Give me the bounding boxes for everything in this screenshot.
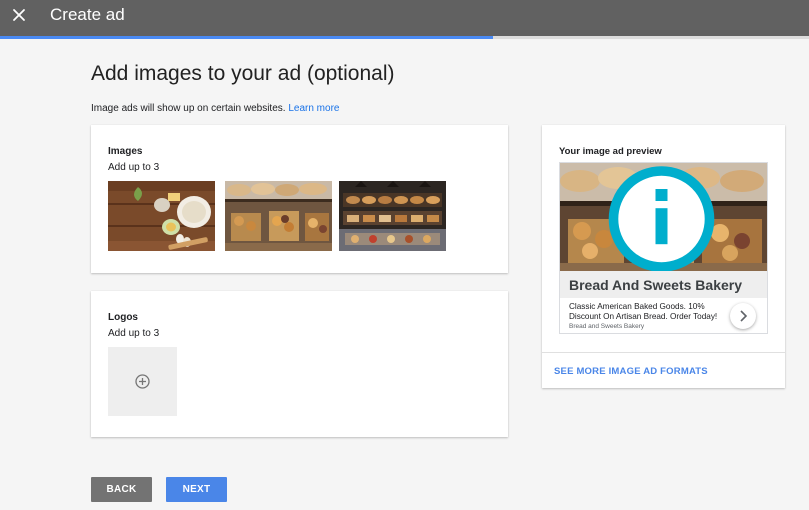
bakery-shop-counter-image — [339, 181, 446, 251]
image-thumbnail-3[interactable] — [339, 181, 446, 251]
page-subtitle: Image ads will show up on certain websit… — [91, 103, 339, 114]
image-ad-preview: Bread And Sweets Bakery Classic American… — [559, 162, 768, 334]
subtitle-text: Image ads will show up on certain websit… — [91, 103, 286, 114]
images-hint: Add up to 3 — [108, 162, 160, 173]
bakery-pastry-display-image — [225, 181, 332, 251]
preview-divider — [542, 352, 785, 353]
images-card: Images Add up to 3 — [91, 125, 508, 273]
progress-bar — [0, 36, 809, 39]
add-circle-icon — [135, 374, 150, 389]
learn-more-link[interactable]: Learn more — [288, 103, 339, 114]
close-icon — [13, 9, 25, 21]
back-button[interactable]: BACK — [91, 477, 152, 502]
progress-fill — [0, 36, 494, 39]
ad-headline: Bread And Sweets Bakery — [569, 277, 742, 293]
images-label: Images — [108, 146, 143, 157]
image-thumbnail-2[interactable] — [225, 181, 332, 251]
top-bar: Create ad — [0, 0, 809, 36]
ad-open-button[interactable] — [730, 303, 756, 329]
logos-card: Logos Add up to 3 — [91, 291, 508, 437]
chevron-right-icon — [740, 310, 748, 322]
ad-preview-card: Your image ad preview Bread And Sweets B… — [542, 125, 785, 388]
see-more-formats-link[interactable]: SEE MORE IMAGE AD FORMATS — [554, 366, 708, 377]
ad-display-name: Bread and Sweets Bakery — [569, 323, 645, 330]
baking-ingredients-image — [108, 181, 215, 251]
page-title: Add images to your ad (optional) — [91, 62, 395, 85]
logos-hint: Add up to 3 — [108, 328, 160, 339]
ad-description: Classic American Baked Goods. 10% Discou… — [569, 302, 718, 321]
logos-label: Logos — [108, 312, 138, 323]
close-button[interactable] — [11, 7, 27, 23]
ad-info-icon[interactable] — [559, 165, 765, 273]
ad-headline-bar: Bread And Sweets Bakery — [560, 271, 767, 298]
page-header-title: Create ad — [50, 5, 125, 24]
preview-label: Your image ad preview — [559, 146, 662, 157]
next-button[interactable]: NEXT — [166, 477, 227, 502]
image-thumbnail-1[interactable] — [108, 181, 215, 251]
ad-preview-image — [559, 163, 767, 273]
add-logo-button[interactable] — [108, 347, 177, 416]
